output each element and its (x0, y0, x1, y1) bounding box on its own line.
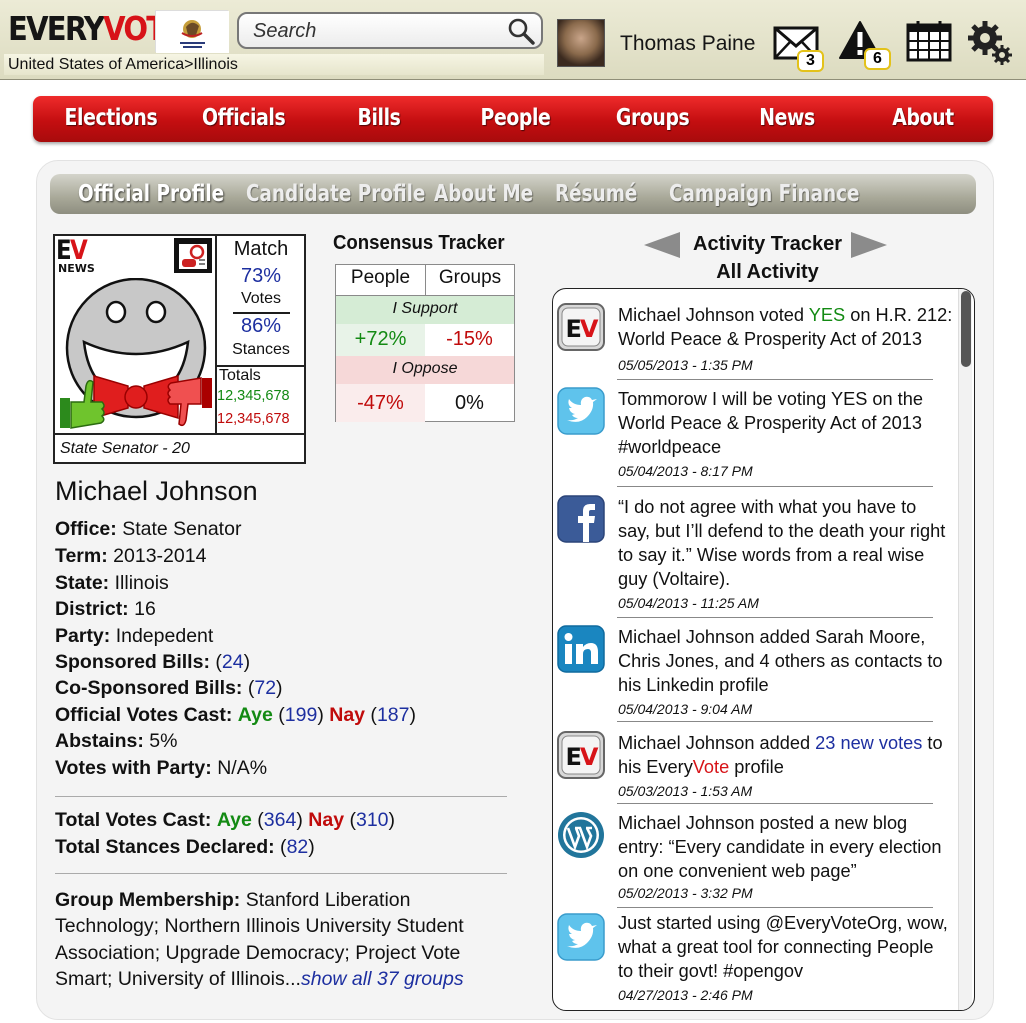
nay-votes-link[interactable]: 187 (377, 704, 410, 726)
support-people-value: +72% (354, 328, 407, 350)
svg-text:EV: EV (566, 315, 599, 343)
everyvote-icon: EV (557, 731, 605, 779)
activity-feed[interactable]: EV Michael Johnson voted YES on H.R. 212… (552, 288, 975, 1011)
oppose-people-value: -47% (357, 392, 404, 414)
bio-cosponsored-bills: Co-Sponsored Bills: (72) (55, 677, 283, 699)
main-nav: Elections Officials Bills People Groups … (33, 96, 993, 142)
official-name: Michael Johnson (55, 476, 258, 506)
tab-campaign-finance[interactable]: Campaign Finance (669, 174, 860, 214)
search-box[interactable] (237, 12, 543, 49)
consensus-tracker-title: Consensus Tracker (333, 232, 505, 254)
bio-votes-cast: Official Votes Cast: Aye (199) Nay (187) (55, 704, 416, 726)
svg-text:EV: EV (566, 743, 599, 771)
bio-total-votes: Total Votes Cast: Aye (364) Nay (310) (55, 809, 396, 831)
feed-scrollbar-thumb[interactable] (961, 291, 971, 367)
everyvote-icon: EV (557, 303, 605, 351)
facebook-icon (557, 495, 605, 543)
oppose-groups-value: 0% (455, 392, 484, 414)
tab-official-profile[interactable]: Official Profile (78, 174, 224, 214)
col-people: People (350, 267, 411, 288)
calendar-icon[interactable] (906, 20, 952, 62)
totals-label: Totals (219, 367, 261, 384)
bio-term: Term: 2013-2014 (55, 545, 207, 567)
bio-group-membership: Group Membership: Stanford Liberation Te… (55, 889, 464, 990)
stances-label: Stances (232, 341, 290, 358)
alerts-count-badge: 6 (864, 48, 891, 70)
divider (55, 796, 507, 797)
total-stances-link[interactable]: 82 (287, 836, 309, 858)
aye-votes-link[interactable]: 199 (285, 704, 318, 726)
illinois-flag-icon (155, 10, 229, 53)
tab-about-me[interactable]: About Me (434, 174, 533, 214)
position-label: State Senator - 20 (60, 440, 190, 457)
support-groups-value: -15% (446, 328, 493, 350)
official-photo-placeholder (60, 278, 212, 429)
new-votes-link[interactable]: 23 new votes (815, 733, 922, 753)
twitter-icon (557, 387, 605, 435)
search-icon[interactable] (507, 17, 535, 45)
user-avatar[interactable] (557, 19, 605, 67)
votes-label: Votes (240, 290, 282, 307)
bio-party: Party: Indepedent (55, 625, 214, 647)
support-row-label: I Support (392, 300, 458, 317)
nav-bills[interactable]: Bills (349, 96, 408, 142)
totals-support: 12,345,678 (217, 388, 290, 404)
contact-card-icon[interactable] (173, 237, 213, 274)
thumbs-down-icon[interactable] (167, 377, 212, 427)
oppose-row-label: I Oppose (392, 360, 458, 377)
breadcrumb[interactable]: United States of America>Illinois (4, 54, 544, 75)
nav-about[interactable]: About (889, 96, 958, 142)
stances-match-percent[interactable]: 86% (217, 315, 305, 338)
divider (55, 873, 507, 874)
activity-tracker-title: Activity Tracker (693, 233, 842, 255)
consensus-table: People Groups I Support +72% -15% I Oppo… (335, 264, 515, 422)
total-aye-link[interactable]: 364 (264, 809, 297, 831)
match-label: Match (233, 238, 289, 260)
nav-elections[interactable]: Elections (65, 96, 158, 142)
messages-count-badge: 3 (797, 50, 824, 72)
bio-district: District: 16 (55, 598, 156, 620)
profile-subtabs: Official Profile Candidate Profile About… (50, 174, 976, 214)
bio-sponsored-bills: Sponsored Bills: (24) (55, 651, 251, 673)
col-groups: Groups (438, 267, 502, 288)
nav-news[interactable]: News (757, 96, 816, 142)
top-bar: EVERYVOTE United States of America>Illin… (0, 0, 1026, 80)
bio-votes-with-party: Votes with Party: N/A% (55, 757, 268, 779)
official-card: EV NEWS Match 73% Votes 86% Stances Tota… (53, 234, 306, 464)
total-nay-link[interactable]: 310 (356, 809, 389, 831)
wordpress-icon (558, 812, 604, 858)
linkedin-icon (557, 625, 605, 673)
totals-oppose: 12,345,678 (217, 411, 290, 427)
bio-state: State: Illinois (55, 572, 169, 594)
show-all-groups-link[interactable]: show all 37 groups (301, 968, 464, 990)
nav-groups[interactable]: Groups (616, 96, 690, 142)
user-name[interactable]: Thomas Paine (620, 32, 755, 56)
bio-total-stances: Total Stances Declared: (82) (55, 836, 315, 858)
nav-officials[interactable]: Officials (202, 96, 286, 142)
settings-icon[interactable] (967, 18, 1013, 66)
bio-office: Office: State Senator (55, 518, 242, 540)
sponsored-bills-link[interactable]: 24 (222, 651, 244, 673)
activity-tracker-heading: Activity Tracker All Activity (620, 230, 915, 286)
bio-abstains: Abstains: 5% (55, 730, 178, 752)
nav-people[interactable]: People (481, 96, 551, 142)
cosponsored-bills-link[interactable]: 72 (254, 677, 276, 699)
votes-match-percent[interactable]: 73% (217, 265, 305, 288)
tab-resume[interactable]: Résumé (555, 174, 637, 214)
tab-candidate-profile[interactable]: Candidate Profile (246, 174, 425, 214)
feed-scrollbar[interactable] (958, 289, 972, 1010)
activity-filter-label[interactable]: All Activity (620, 258, 915, 286)
search-input[interactable] (251, 18, 501, 44)
twitter-icon (557, 913, 605, 961)
